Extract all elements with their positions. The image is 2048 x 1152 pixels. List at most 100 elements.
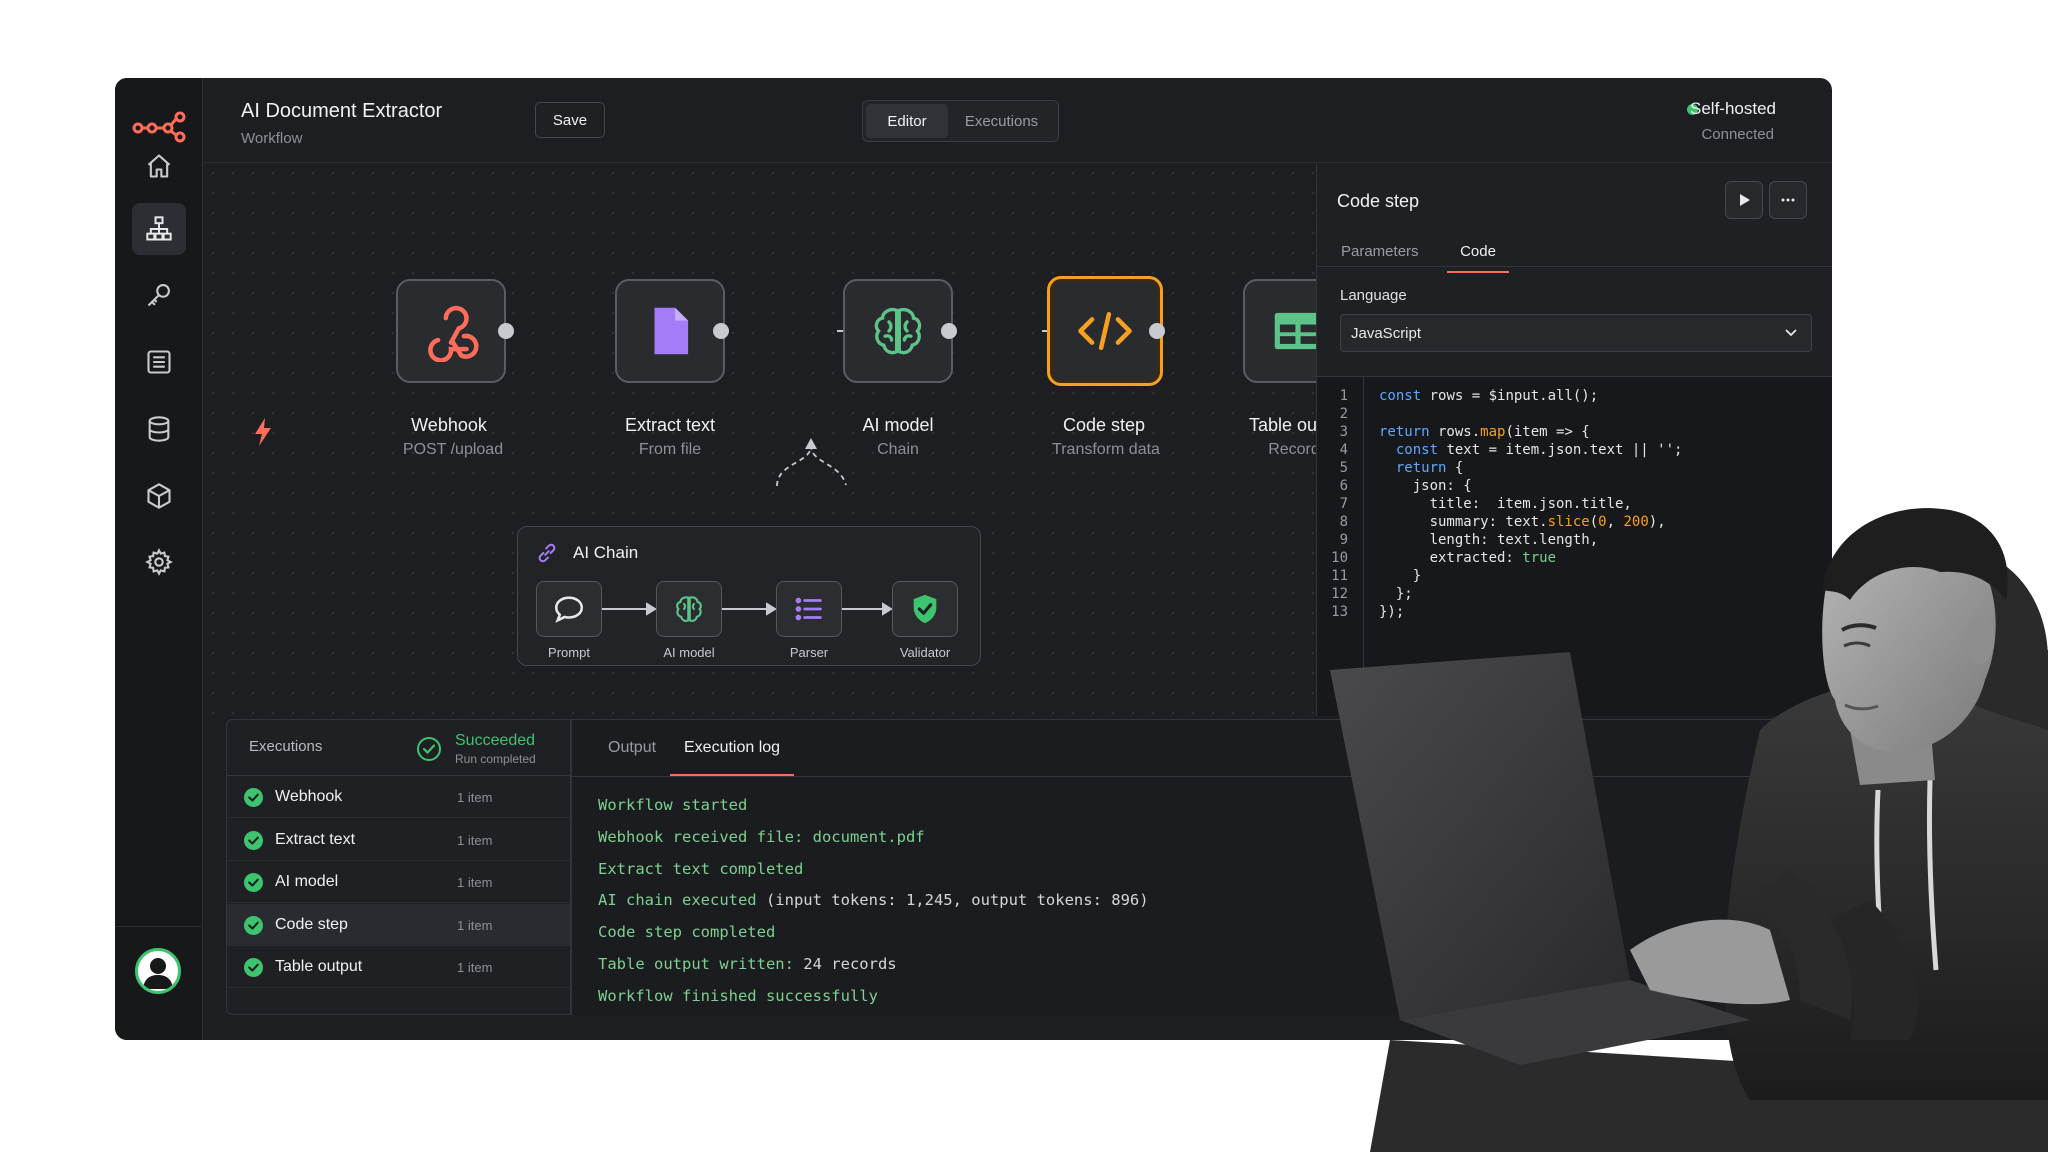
success-check-icon — [244, 873, 263, 892]
save-button[interactable]: Save — [535, 102, 605, 138]
chain-node-label: Prompt — [548, 645, 590, 660]
webhook-icon — [428, 305, 479, 362]
execution-row[interactable]: Webhook 1 item — [227, 776, 570, 818]
nav-executions[interactable] — [132, 336, 186, 388]
line-number: 1 — [1339, 388, 1348, 404]
chevron-down-icon — [1785, 329, 1797, 337]
success-check-icon — [244, 958, 263, 977]
avatar[interactable] — [135, 948, 181, 994]
cube-icon — [147, 483, 171, 509]
execution-node-name: Code step — [275, 915, 348, 933]
chain-node-ai-model[interactable] — [656, 581, 722, 637]
output-port[interactable] — [1149, 323, 1165, 339]
tab-parameters[interactable]: Parameters — [1341, 233, 1419, 273]
nav-data[interactable] — [132, 403, 186, 455]
execution-status: Succeeded — [455, 732, 536, 749]
language-select[interactable]: JavaScript — [1340, 314, 1812, 352]
chain-node-label: Validator — [899, 645, 951, 660]
run-node-button[interactable] — [1725, 181, 1763, 219]
brain-icon — [874, 308, 922, 355]
page-title[interactable]: AI Document Extractor — [241, 100, 442, 123]
logo-icon[interactable] — [132, 108, 186, 144]
execution-row[interactable]: AI model 1 item — [227, 861, 570, 903]
node-sublabel: Chain — [877, 441, 919, 458]
execution-node-name: AI model — [275, 873, 339, 890]
tab-execution-log[interactable]: Execution log — [670, 739, 795, 776]
brain-icon — [676, 596, 702, 622]
node-label: Code step — [1062, 415, 1146, 435]
chain-node-parser[interactable] — [776, 581, 842, 637]
execution-item-count: 1 item — [457, 832, 493, 848]
output-port[interactable] — [941, 323, 957, 339]
execution-node-name: Table output — [275, 958, 363, 975]
execution-item-count: 1 item — [457, 960, 493, 975]
panel-title: Code step — [1337, 191, 1420, 211]
gear-icon — [145, 548, 173, 576]
status-sublabel: Connected — [1701, 126, 1774, 143]
line-number: 2 — [1339, 406, 1348, 422]
line-number: 3 — [1339, 424, 1348, 440]
chain-node-prompt[interactable] — [536, 581, 602, 637]
node-code-step[interactable] — [1047, 276, 1163, 386]
execution-item-count: 1 item — [457, 917, 493, 933]
code-line: const text = item.json.text || ''; — [1395, 442, 1683, 458]
nav-packages[interactable] — [132, 470, 186, 522]
execution-node-name: Extract text — [275, 830, 356, 848]
chain-node-validator[interactable] — [892, 581, 958, 637]
code-line: return { — [1395, 460, 1464, 476]
more-options-button[interactable] — [1769, 181, 1807, 219]
executions-header: Executions Succeeded Run completed — [227, 720, 572, 776]
execution-row[interactable]: Extract text 1 item — [227, 819, 570, 861]
tab-code[interactable]: Code — [1447, 233, 1509, 273]
nav-credentials[interactable] — [132, 269, 186, 321]
sidebar-divider — [115, 926, 203, 927]
node-label: AI model — [862, 415, 934, 435]
page-subtitle: Workflow — [241, 130, 303, 147]
tab-executions[interactable]: Executions — [948, 104, 1055, 138]
view-tabs: Editor Executions — [862, 100, 1059, 142]
tab-editor[interactable]: Editor — [866, 104, 948, 138]
log-line: Table output written: 24 records — [598, 955, 897, 973]
node-label: Extract text — [624, 415, 716, 435]
more-icon — [1781, 198, 1795, 202]
log-line: Extract text completed — [598, 859, 804, 878]
success-check-icon — [244, 915, 263, 935]
node-ai-model[interactable] — [843, 279, 953, 383]
execution-row[interactable]: Code step 1 item — [227, 903, 570, 946]
chain-node-label: Parser — [789, 645, 829, 660]
executions-list: Executions Succeeded Run completed Webho… — [226, 719, 572, 1015]
execution-row[interactable]: Table output 1 item — [227, 946, 570, 988]
ai-chain-group[interactable]: AI Chain Prompt AI model Parser Validato… — [517, 526, 981, 666]
panel-divider — [1317, 266, 1832, 267]
execution-item-count: 1 item — [457, 790, 493, 805]
log-line: Workflow started — [598, 796, 748, 814]
play-icon — [1740, 194, 1750, 206]
output-port[interactable] — [713, 323, 729, 339]
nav-settings[interactable] — [132, 536, 186, 588]
success-cycle-icon — [417, 737, 441, 761]
code-line: return rows.map(item => { — [1379, 424, 1590, 440]
execution-status-sub: Run completed — [455, 752, 536, 766]
nav-workflows[interactable] — [132, 203, 186, 255]
tab-output[interactable]: Output — [608, 739, 656, 776]
home-icon — [147, 154, 171, 178]
chat-icon — [554, 596, 584, 623]
language-label: Language — [1340, 287, 1407, 304]
workflow-canvas[interactable]: Webhook POST /upload Extract text From f… — [203, 163, 1362, 716]
node-sublabel: POST /upload — [402, 441, 504, 458]
file-icon — [654, 307, 689, 355]
workflow-icon — [146, 216, 172, 241]
status-label: Self-hosted — [1690, 99, 1776, 118]
executions-title: Executions — [249, 738, 323, 755]
node-webhook[interactable] — [396, 279, 506, 383]
sidebar — [115, 78, 203, 1040]
success-check-icon — [244, 788, 263, 807]
node-label: Webhook — [411, 415, 487, 435]
success-check-icon — [244, 830, 263, 850]
node-extract-text[interactable] — [615, 279, 725, 383]
output-port[interactable] — [498, 323, 514, 339]
key-icon — [147, 284, 170, 307]
log-line: Code step completed — [598, 923, 776, 942]
nav-home[interactable] — [132, 140, 186, 192]
code-line: const rows = $input.all(); — [1379, 388, 1599, 404]
